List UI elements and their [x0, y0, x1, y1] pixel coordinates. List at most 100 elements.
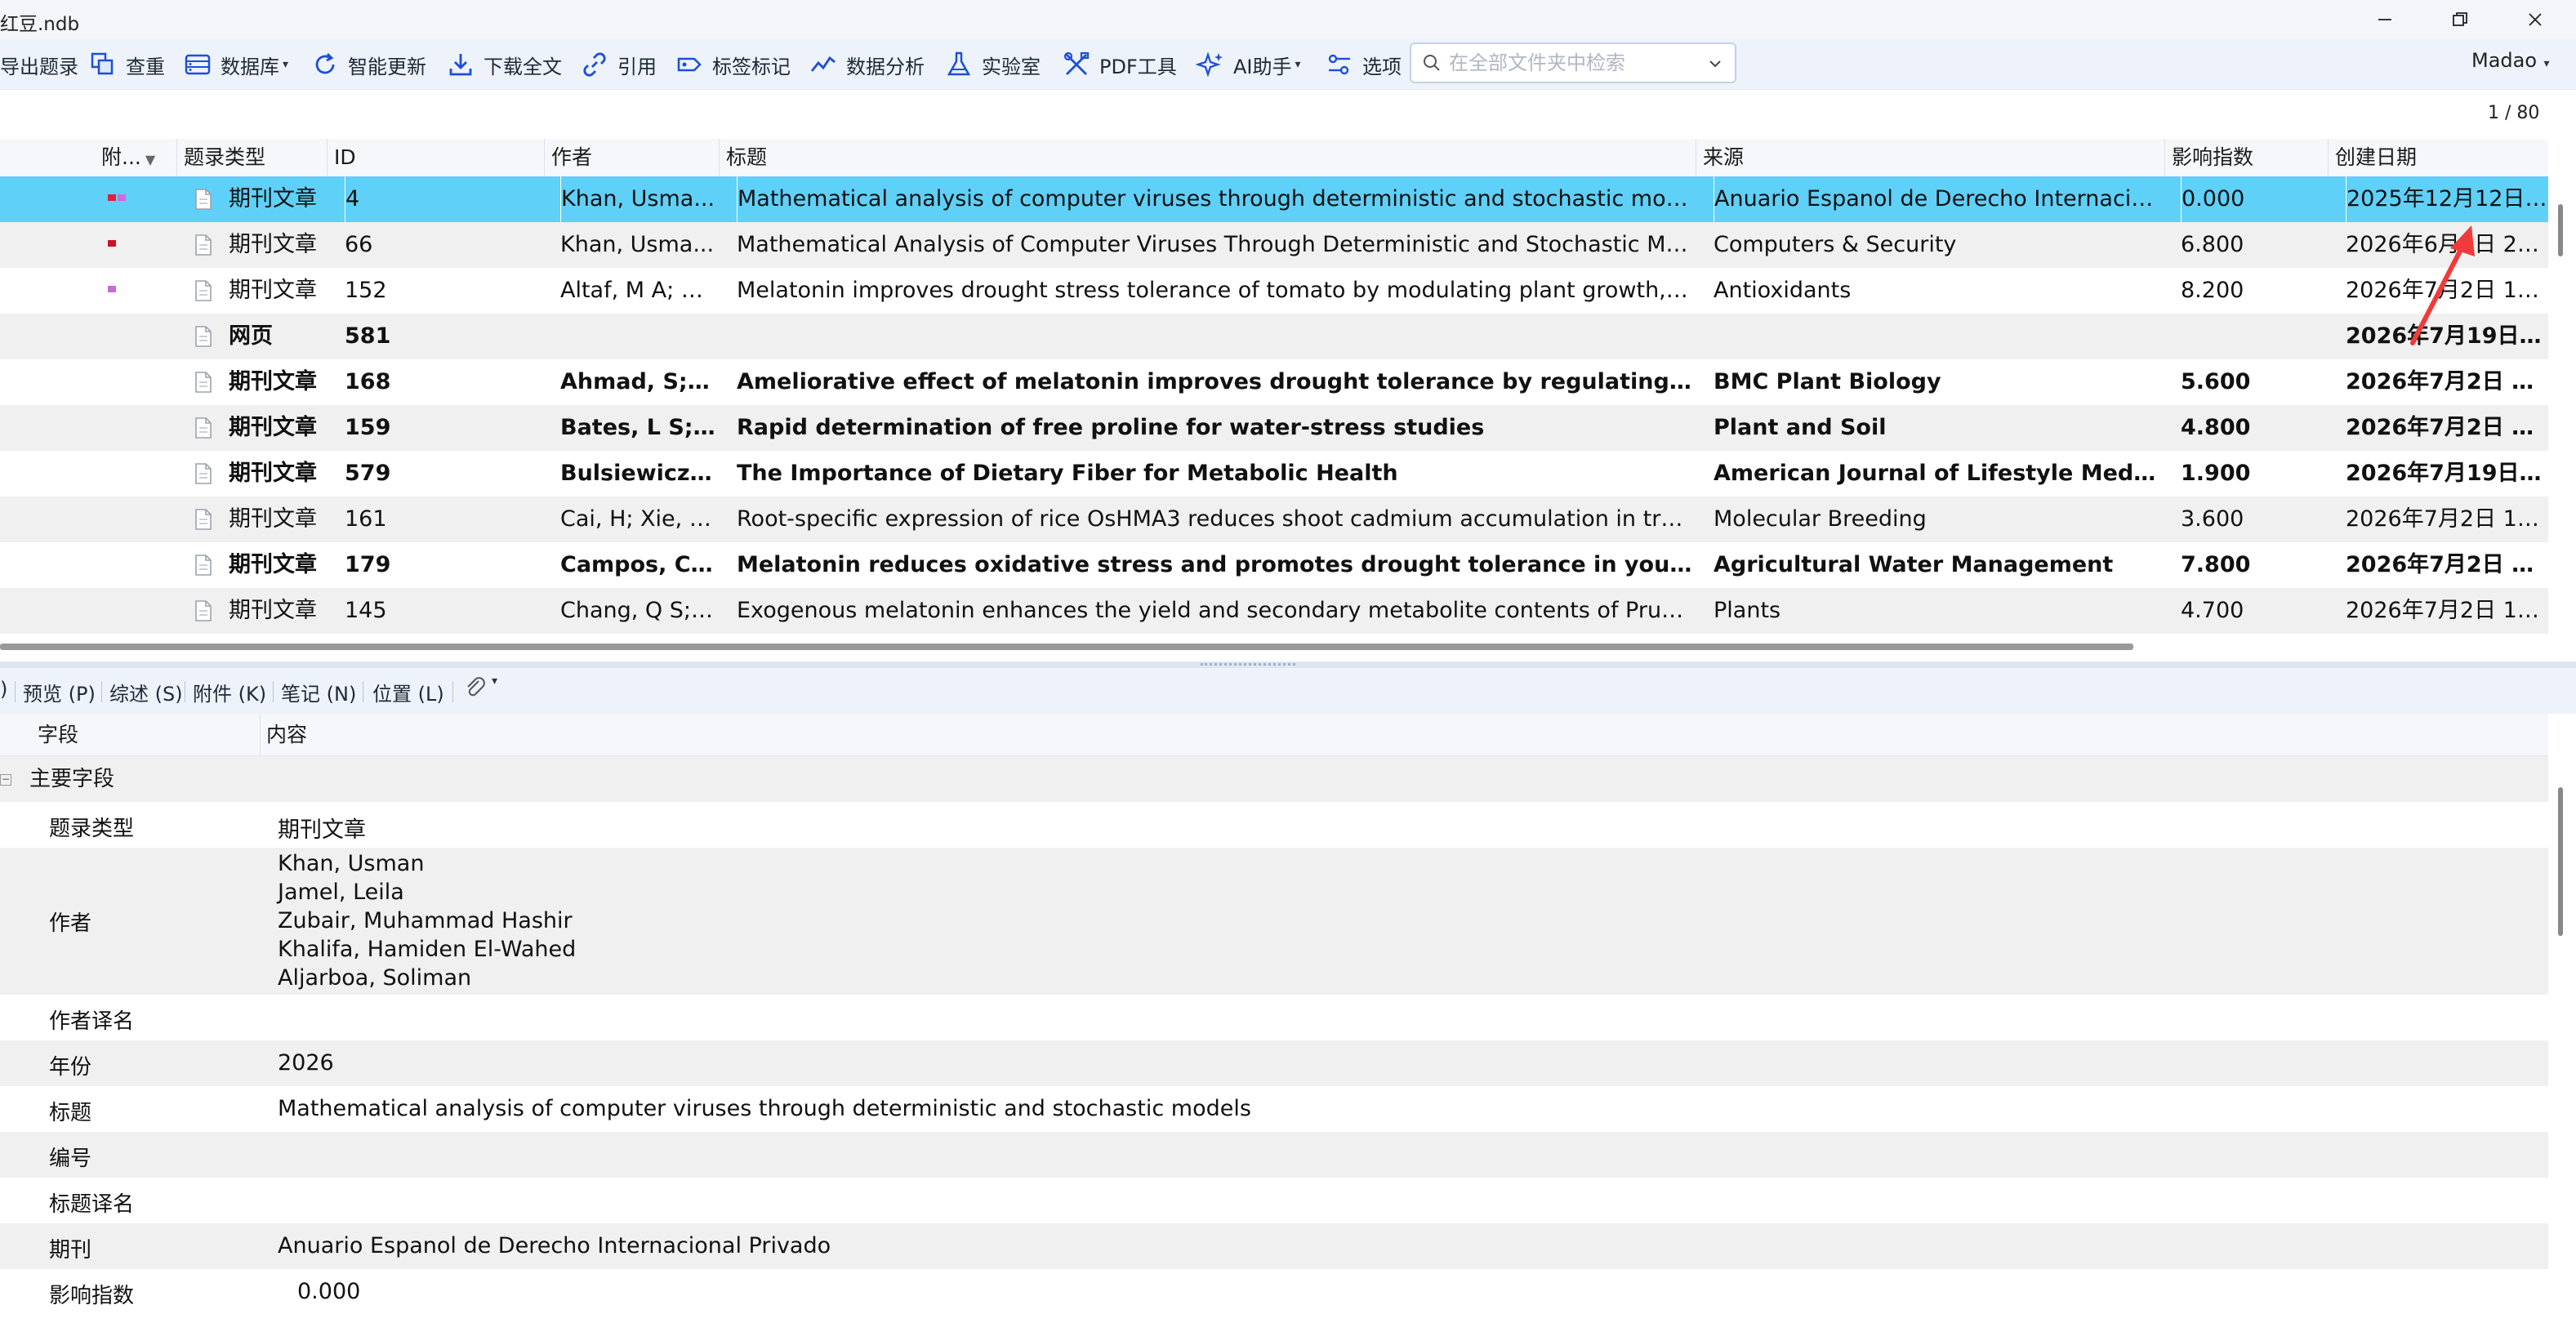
cell-type: 期刊文章 — [229, 232, 317, 257]
column-type[interactable]: 题录类型 — [176, 139, 327, 176]
maximize-button[interactable] — [2422, 0, 2498, 39]
table-row[interactable]: 期刊文章 579 Bulsiewicz, ... The Importance of … — [0, 451, 2548, 497]
tab-notes[interactable]: 笔记 (N) — [281, 678, 356, 706]
close-icon — [2529, 13, 2542, 26]
attachment-menu[interactable]: ▾ — [462, 675, 497, 706]
field-value[interactable]: 0.000 — [297, 1279, 360, 1304]
field-row-journal[interactable]: 期刊 Anuario Espanol de Derecho Internacio… — [0, 1223, 2548, 1269]
close-button[interactable] — [2498, 0, 2573, 39]
collapse-icon[interactable]: − — [0, 774, 11, 786]
ai-assistant-label: AI助手 — [1233, 55, 1292, 78]
field-name: 作者译名 — [49, 1009, 135, 1034]
field-row-author[interactable]: 作者 Khan, Usman Jamel, Leila Zubair, Muha… — [0, 848, 2548, 995]
main-fields-group[interactable]: − 主要字段 — [0, 756, 2548, 802]
horizontal-scrollbar[interactable] — [0, 644, 2133, 650]
cell-type: 期刊文章 — [229, 598, 317, 623]
table-row[interactable]: 期刊文章 152 Altaf, M A; S... Melatonin improve… — [0, 268, 2548, 314]
options-label: 选项 — [1362, 55, 1402, 78]
chevron-down-icon[interactable] — [1705, 54, 1725, 74]
search-box[interactable] — [1410, 42, 1736, 83]
field-value[interactable]: Mathematical analysis of computer viruse… — [278, 1096, 1251, 1121]
cell-title: Root-specific expression of rice OsHMA3 … — [737, 506, 1692, 532]
cell-created: 2026年7月2日 16:1 — [2346, 415, 2548, 440]
user-name: Madao — [2471, 49, 2538, 72]
lab-button[interactable]: 实验室 — [944, 47, 1041, 82]
options-button[interactable]: 选项 — [1325, 47, 1402, 82]
field-value[interactable]: Anuario Espanol de Derecho Internacional… — [278, 1233, 831, 1258]
export-button[interactable]: 导出题录 — [0, 47, 78, 82]
column-attachment[interactable]: 附... ▼ — [95, 139, 176, 176]
duplicate-check-label: 查重 — [126, 55, 165, 78]
column-title[interactable]: 标题 — [719, 139, 1696, 176]
cell-impact: 7.800 — [2181, 552, 2251, 577]
field-row-year[interactable]: 年份 2026 — [0, 1040, 2548, 1086]
cell-author: Bulsiewicz, ... — [560, 461, 715, 486]
chart-icon — [810, 56, 836, 72]
column-author[interactable]: 作者 — [544, 139, 719, 176]
document-icon — [195, 372, 212, 393]
table-row[interactable]: 期刊文章 4 Khan, Usma... Mathematical analysis … — [0, 176, 2548, 222]
column-source[interactable]: 来源 — [1696, 139, 2164, 176]
splitter-grip[interactable] — [1201, 663, 1295, 666]
field-name: 影响指数 — [49, 1284, 135, 1308]
field-value[interactable]: 期刊文章 — [278, 812, 366, 844]
table-row[interactable]: 期刊文章 66 Khan, Usma... Mathematical Analysis… — [0, 222, 2548, 268]
database-button[interactable]: 数据库 ▾ — [183, 47, 288, 82]
field-row-author-translation[interactable]: 作者译名 — [0, 995, 2548, 1040]
ai-assistant-button[interactable]: AI助手 ▾ — [1196, 47, 1301, 82]
table-row[interactable]: 网页 581 2026年7月19日 21: — [0, 314, 2548, 359]
cell-type: 期刊文章 — [229, 415, 317, 440]
cell-title: Melatonin improves drought stress tolera… — [737, 278, 1692, 303]
table-row[interactable]: 期刊文章 179 Campos, C ... Melatonin reduces ox… — [0, 542, 2548, 588]
duplicate-check-button[interactable]: 查重 — [88, 47, 165, 82]
cell-impact: 0.000 — [2181, 176, 2324, 222]
table-row[interactable]: 期刊文章 145 Chang, Q S; ... Exogenous melatoni… — [0, 588, 2548, 634]
cell-source: Computers & Security — [1714, 232, 1957, 257]
tab-summary[interactable]: 综述 (S) — [109, 678, 183, 706]
cell-author: Ahmad, S; M... — [560, 369, 715, 394]
detail-vertical-scrollbar[interactable] — [2558, 787, 2563, 936]
cell-impact: 4.700 — [2181, 598, 2244, 623]
field-name: 标题译名 — [49, 1192, 135, 1217]
cell-author: Chang, Q S; ... — [560, 598, 715, 623]
tab-divider — [15, 681, 16, 702]
cell-created: 2025年12月12日 15 — [2346, 176, 2548, 222]
field-row-type[interactable]: 题录类型 期刊文章 — [0, 802, 2548, 848]
tab-preview[interactable]: 预览 (P) — [23, 678, 96, 706]
table-row[interactable]: 期刊文章 159 Bates, L S; W... Rapid determinati… — [0, 405, 2548, 451]
tab-attachments[interactable]: 附件 (K) — [193, 678, 266, 706]
pdf-tools-button[interactable]: PDF工具 — [1062, 47, 1177, 82]
tab-location[interactable]: 位置 (L) — [372, 678, 444, 706]
field-row-title[interactable]: 标题 Mathematical analysis of computer vir… — [0, 1086, 2548, 1132]
tag-mark-button[interactable]: 标签标记 — [675, 47, 791, 82]
download-fulltext-button[interactable]: 下载全文 — [446, 47, 562, 82]
field-row-title-translation[interactable]: 标题译名 — [0, 1178, 2548, 1223]
download-icon — [449, 54, 472, 76]
table-row[interactable]: 期刊文章 168 Ahmad, S; M... Ameliorative effect… — [0, 359, 2548, 405]
tools-icon — [1063, 51, 1090, 75]
field-row-impact[interactable]: 影响指数 0.000 — [0, 1269, 2548, 1315]
smart-update-button[interactable]: 智能更新 — [310, 47, 426, 82]
column-created[interactable]: 创建日期 — [2328, 139, 2548, 176]
table-row[interactable]: 期刊文章 161 Cai, H; Xie, P... Root-specific ex… — [0, 497, 2548, 542]
tab-info[interactable]: ) — [0, 678, 7, 701]
cell-source: Plant and Soil — [1714, 415, 1887, 440]
detail-header: 字段 内容 — [0, 714, 2548, 756]
data-analysis-button[interactable]: 数据分析 — [809, 47, 925, 82]
field-row-number[interactable]: 编号 — [0, 1132, 2548, 1178]
column-impact[interactable]: 影响指数 — [2164, 139, 2328, 176]
cell-type: 期刊文章 — [229, 278, 317, 303]
title-bar: 红豆.ndb — [0, 0, 2576, 39]
webpage-icon — [195, 326, 212, 347]
cell-author: Altaf, M A; S... — [560, 278, 715, 303]
field-value[interactable]: 2026 — [278, 1050, 334, 1076]
vertical-scrollbar[interactable] — [2558, 204, 2563, 256]
user-menu[interactable]: Madao ▾ — [2471, 49, 2550, 72]
minimize-button[interactable] — [2347, 0, 2422, 39]
cite-button[interactable]: 引用 — [580, 47, 657, 82]
cell-id: 152 — [345, 278, 387, 303]
column-attachment-label: 附... — [101, 145, 141, 169]
search-input[interactable] — [1449, 51, 1694, 74]
author-list[interactable]: Khan, Usman Jamel, Leila Zubair, Muhamma… — [278, 849, 576, 992]
column-id[interactable]: ID — [327, 139, 544, 176]
